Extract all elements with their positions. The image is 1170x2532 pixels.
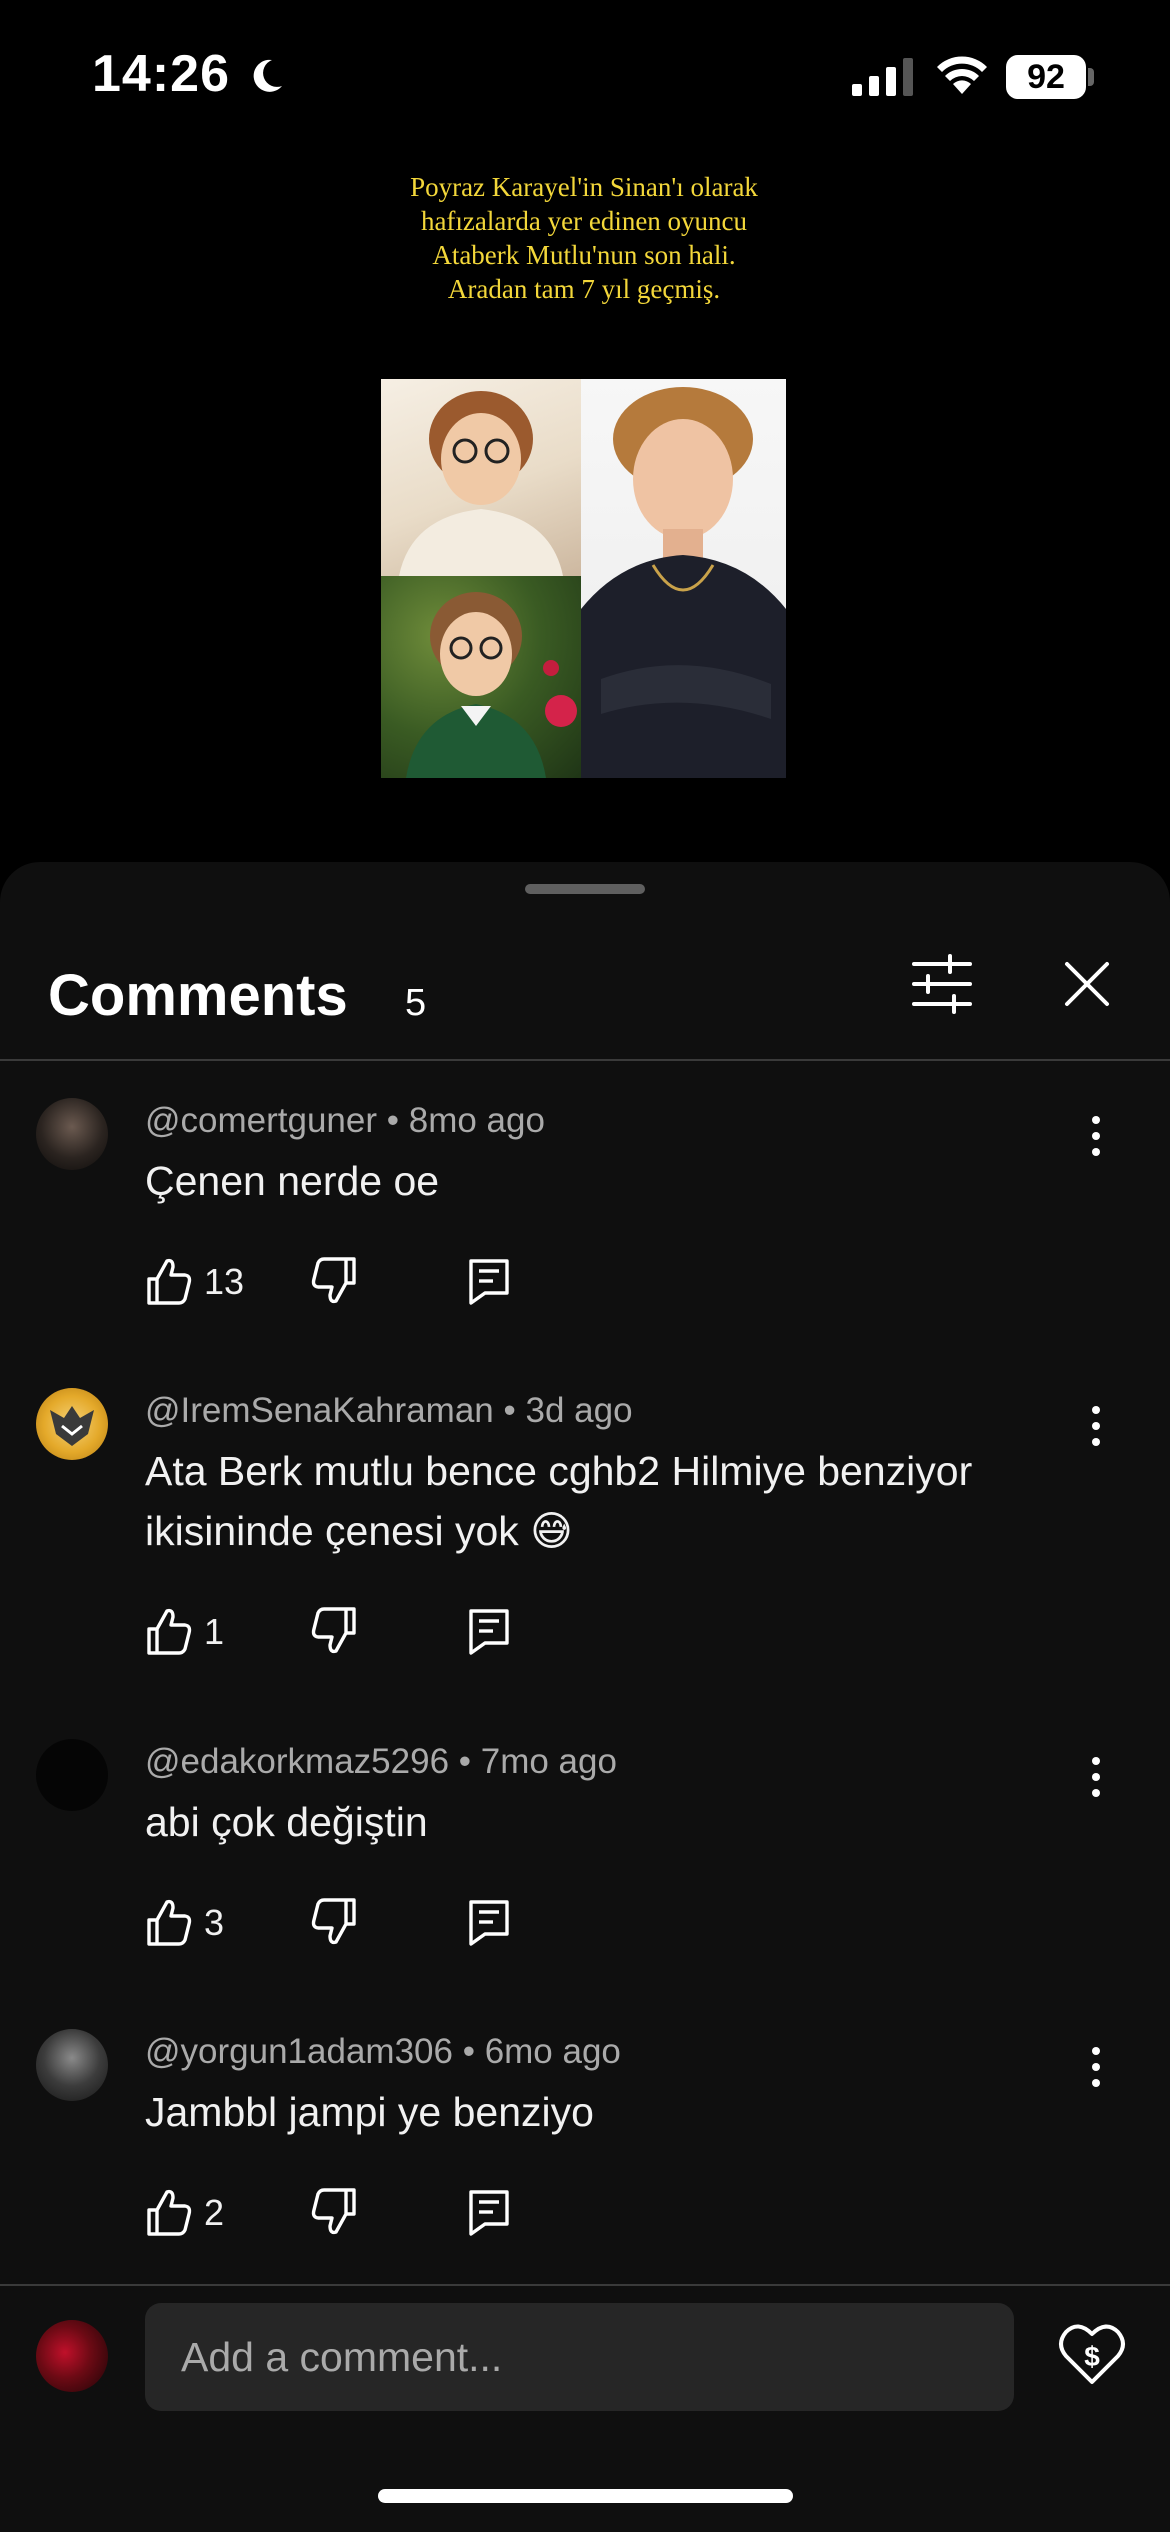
thumbs-up-icon[interactable] — [145, 1255, 193, 1307]
meta-separator: • — [462, 2032, 485, 2071]
comment-item: @IremSenaKahraman • 3d ago Ata Berk mutl… — [0, 1388, 1170, 1658]
comment-actions: 13 — [145, 1255, 545, 1307]
like-count: 13 — [204, 1261, 245, 1302]
comment-text: Jambbl jampi ye benziyo — [145, 2089, 594, 2135]
wifi-icon — [937, 56, 987, 94]
battery-cap — [1088, 68, 1094, 86]
comment-text: Ata Berk mutlu bence cghb2 Hilmiye benzi… — [145, 1448, 973, 1554]
comment-author[interactable]: @comertguner — [145, 1101, 377, 1140]
like-count: 1 — [204, 1611, 225, 1652]
reply-icon[interactable] — [465, 1255, 513, 1307]
thanks-heart-icon[interactable]: $ — [1058, 2322, 1126, 2388]
comment-item: @edakorkmaz5296 • 7mo ago abi çok değişt… — [0, 1739, 1170, 1959]
collage-photo-child-uniform — [381, 576, 581, 778]
like-count: 3 — [204, 1902, 225, 1943]
header-divider — [0, 1059, 1170, 1061]
home-indicator — [378, 2489, 793, 2503]
thumbs-up-icon[interactable] — [145, 1896, 193, 1948]
avatar[interactable] — [36, 2029, 108, 2101]
thumbs-up-icon[interactable] — [145, 1605, 193, 1657]
current-user-avatar[interactable] — [36, 2320, 108, 2392]
comment-item: @yorgun1adam306 • 6mo ago Jambbl jampi y… — [0, 2029, 1170, 2249]
comment-item: @comertguner • 8mo ago Çenen nerde oe 13 — [0, 1098, 1170, 1318]
filter-icon[interactable] — [910, 952, 974, 1016]
comment-author[interactable]: @IremSenaKahraman — [145, 1391, 494, 1430]
thumbs-down-icon[interactable] — [310, 2186, 358, 2238]
comment-actions: 1 — [145, 1605, 545, 1657]
video-thumbnail-collage[interactable] — [381, 379, 786, 778]
thumbs-down-icon[interactable] — [310, 1255, 358, 1307]
thumbs-up-icon[interactable] — [145, 2186, 193, 2238]
comment-time: 8mo ago — [408, 1101, 545, 1140]
comment-text: Çenen nerde oe — [145, 1158, 440, 1204]
meta-separator: • — [503, 1391, 526, 1430]
meta-separator: • — [458, 1742, 481, 1781]
comment-meta: @yorgun1adam306 • 6mo ago — [145, 2032, 621, 2072]
close-icon[interactable] — [1055, 952, 1119, 1016]
comments-header: Comments 5 — [0, 952, 1170, 1062]
thumbs-down-icon[interactable] — [310, 1605, 358, 1657]
moon-icon — [253, 59, 282, 92]
comment-time: 3d ago — [525, 1391, 633, 1430]
comments-title: Comments — [48, 963, 348, 1028]
svg-text:$: $ — [1084, 2341, 1100, 2372]
collage-photo-child-smiling — [381, 379, 581, 576]
reply-icon[interactable] — [465, 1605, 513, 1657]
video-caption: Poyraz Karayel'in Sinan'ı olarak hafızal… — [410, 172, 758, 304]
comments-count: 5 — [405, 982, 427, 1024]
comment-meta: @IremSenaKahraman • 3d ago — [145, 1391, 633, 1431]
signal-icon — [852, 58, 913, 96]
status-bar: 14:26 92 — [0, 0, 1170, 150]
avatar[interactable] — [36, 1739, 108, 1811]
reply-icon[interactable] — [465, 2186, 513, 2238]
avatar[interactable] — [36, 1388, 108, 1460]
comment-actions: 3 — [145, 1896, 545, 1948]
status-time: 14:26 — [92, 45, 230, 103]
composer-divider — [0, 2284, 1170, 2286]
comment-meta: @comertguner • 8mo ago — [145, 1101, 545, 1141]
comment-text: abi çok değiştin — [145, 1799, 428, 1845]
comment-meta: @edakorkmaz5296 • 7mo ago — [145, 1742, 617, 1782]
comment-author[interactable]: @edakorkmaz5296 — [145, 1742, 449, 1781]
comment-author[interactable]: @yorgun1adam306 — [145, 2032, 453, 2071]
battery-indicator: 92 — [1006, 55, 1086, 99]
battery-level: 92 — [1027, 57, 1065, 96]
reply-icon[interactable] — [465, 1896, 513, 1948]
comment-actions: 2 — [145, 2186, 545, 2238]
comment-time: 6mo ago — [484, 2032, 621, 2071]
meta-separator: • — [386, 1101, 409, 1140]
avatar[interactable] — [36, 1098, 108, 1170]
add-comment-input[interactable] — [145, 2303, 1014, 2411]
collage-photo-teen — [581, 379, 786, 778]
thumbs-down-icon[interactable] — [310, 1896, 358, 1948]
comment-time: 7mo ago — [480, 1742, 617, 1781]
like-count: 2 — [204, 2192, 225, 2233]
drag-handle[interactable] — [525, 884, 645, 894]
